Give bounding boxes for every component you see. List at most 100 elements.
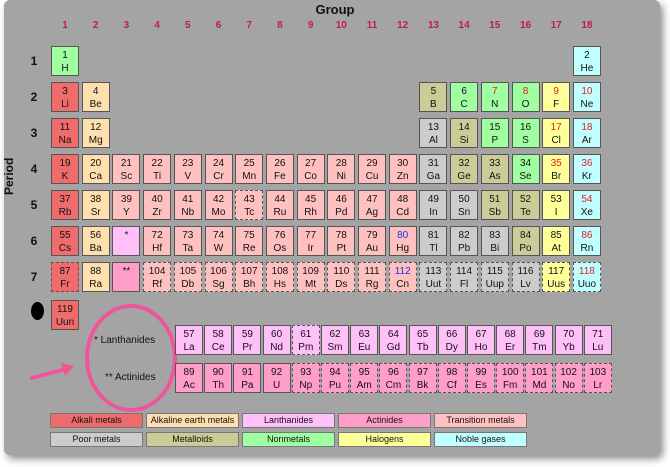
element-symbol: Xe xyxy=(580,207,593,218)
element-symbol: Rg xyxy=(365,279,379,290)
element-In: 49 In xyxy=(419,190,448,220)
element-ref: * xyxy=(112,226,141,256)
element-symbol: Ru xyxy=(273,207,287,218)
atomic-number: 32 xyxy=(458,158,470,169)
atomic-number: 52 xyxy=(519,194,532,205)
element-symbol: W xyxy=(213,243,224,254)
atomic-number: 98 xyxy=(446,367,458,378)
element-symbol: Te xyxy=(520,207,531,218)
atomic-number: 69 xyxy=(533,329,545,340)
element-symbol: Hg xyxy=(396,243,410,254)
element-Bk: 97 Bk xyxy=(408,363,437,393)
atomic-number: 56 xyxy=(90,230,102,241)
atomic-number: 75 xyxy=(243,230,255,241)
atomic-number: 45 xyxy=(305,194,317,205)
atomic-number: 109 xyxy=(302,266,319,277)
element-symbol: Nb xyxy=(181,207,195,218)
element-symbol: Po xyxy=(519,243,532,254)
legend-item-alkaline: Alkaline earth metals xyxy=(146,413,239,428)
atomic-number: 112 xyxy=(394,266,411,277)
atomic-number: 34 xyxy=(519,158,532,169)
element-symbol: Pt xyxy=(336,243,347,254)
element-symbol: Ba xyxy=(89,243,102,254)
element-Mt: 109 Mt xyxy=(296,262,325,292)
atomic-number: 29 xyxy=(366,158,378,169)
atomic-number: 90 xyxy=(212,367,224,378)
element-Fm: 100 Fm xyxy=(496,363,525,393)
atomic-number: 42 xyxy=(212,194,225,205)
element-symbol: ** xyxy=(122,266,131,277)
atomic-number: 99 xyxy=(475,367,487,378)
group-number: 5 xyxy=(174,19,202,31)
element-symbol: Gd xyxy=(386,342,401,353)
element-Np: 93 Np xyxy=(291,363,320,393)
period-axis-title: Period xyxy=(2,157,16,195)
group-number: 12 xyxy=(389,19,417,31)
legend-item-halogen: Halogens xyxy=(338,432,431,447)
element-Er: 68 Er xyxy=(496,325,525,355)
atomic-number: 86 xyxy=(581,230,593,241)
element-Ds: 110 Ds xyxy=(327,262,356,292)
element-symbol: Ra xyxy=(89,279,103,290)
element-symbol: Fl xyxy=(459,279,469,290)
group-number: 7 xyxy=(235,19,263,31)
element-symbol: Tm xyxy=(532,342,547,353)
atomic-number: 118 xyxy=(578,266,595,277)
period-number: 2 xyxy=(30,90,38,104)
atomic-number: 87 xyxy=(59,266,71,277)
element-symbol: Br xyxy=(551,171,562,182)
atomic-number: 21 xyxy=(120,158,132,169)
element-Mg: 12 Mg xyxy=(81,118,110,148)
group-number: 14 xyxy=(450,19,478,31)
element-symbol: Th xyxy=(212,380,225,391)
element-symbol: Fe xyxy=(274,171,286,182)
element-C: 6C xyxy=(450,82,479,112)
group-number: 1 xyxy=(51,19,79,31)
element-symbol: Db xyxy=(181,279,195,290)
legend-item-alkali: Alkali metals xyxy=(50,413,143,428)
atomic-number: 72 xyxy=(151,230,163,241)
element-symbol: Ta xyxy=(182,243,194,254)
element-La: 57 La xyxy=(175,325,203,355)
element-symbol: Ho xyxy=(474,342,488,353)
element-symbol: Rb xyxy=(58,207,72,218)
element-Rh: 45 Rh xyxy=(296,190,325,220)
element-symbol: Mt xyxy=(305,279,317,290)
element-symbol: O xyxy=(521,99,530,110)
pointer-arrow-icon xyxy=(30,363,74,380)
atomic-number: 116 xyxy=(517,266,534,277)
period-number: 1 xyxy=(30,54,38,68)
element-Sb: 51 Sb xyxy=(480,190,509,220)
element-symbol: N xyxy=(491,99,499,110)
atomic-number: 4 xyxy=(92,86,99,97)
element-symbol: Cn xyxy=(396,279,410,290)
atomic-number: 95 xyxy=(358,367,370,378)
atomic-number: 101 xyxy=(531,367,548,378)
element-Bi: 83 Bi xyxy=(480,226,509,256)
element-symbol: Tc xyxy=(244,207,255,218)
atomic-number: 80 xyxy=(397,230,409,241)
element-Md: 101 Md xyxy=(525,363,554,393)
element-symbol: Pa xyxy=(241,380,254,391)
atomic-number: 73 xyxy=(182,230,194,241)
element-symbol: C xyxy=(460,99,468,110)
element-symbol: Ac xyxy=(183,380,195,391)
element-Ni: 28 Ni xyxy=(327,154,356,184)
element-symbol: Ca xyxy=(89,171,103,182)
element-Y: 39 Y xyxy=(112,190,141,220)
atomic-number: 15 xyxy=(489,122,501,133)
element-N: 7N xyxy=(480,82,509,112)
atomic-number: 81 xyxy=(427,230,439,241)
element-symbol: Es xyxy=(475,380,487,391)
element-Tl: 81 Tl xyxy=(419,226,448,256)
element-Mo: 42 Mo xyxy=(204,190,233,220)
element-Ce: 58 Ce xyxy=(204,325,233,355)
element-symbol: He xyxy=(580,63,594,74)
atomic-number: 92 xyxy=(271,367,283,378)
element-symbol: Rf xyxy=(152,279,163,290)
atomic-number: 25 xyxy=(243,158,255,169)
element-As: 33 As xyxy=(480,154,509,184)
element-Ra: 88 Ra xyxy=(81,262,110,292)
element-symbol: Sb xyxy=(488,207,501,218)
element-Sc: 21 Sc xyxy=(112,154,141,184)
